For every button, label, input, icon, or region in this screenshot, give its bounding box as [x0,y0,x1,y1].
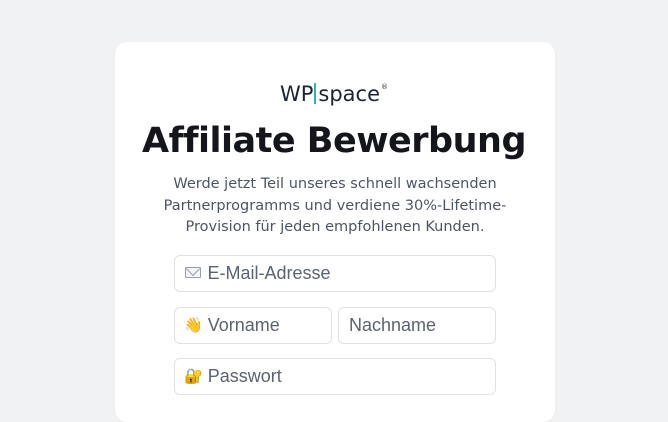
first-name-field[interactable]: 👋 [174,307,332,344]
password-field[interactable]: 🔐 [174,358,496,395]
password-input[interactable] [207,366,495,387]
wpspace-logo: WP space® [0,73,668,108]
page-subtitle: Werde jetzt Teil unseres schnell wachsen… [163,176,507,235]
envelope-icon [184,265,202,283]
email-input[interactable] [207,263,495,284]
first-name-input[interactable] [207,315,331,336]
logo-divider-bar [314,83,317,104]
last-name-field[interactable] [338,307,496,344]
logo-registered-mark: ® [381,83,389,91]
waving-hand-icon: 👋 [184,316,203,334]
logo-space-text: space [318,82,381,106]
lock-with-key-icon: 🔐 [184,367,203,385]
last-name-input[interactable] [349,315,495,336]
page-title: Affiliate Bewerbung [142,121,527,161]
email-field[interactable] [174,255,496,292]
logo-wp-text: WP [279,82,314,106]
